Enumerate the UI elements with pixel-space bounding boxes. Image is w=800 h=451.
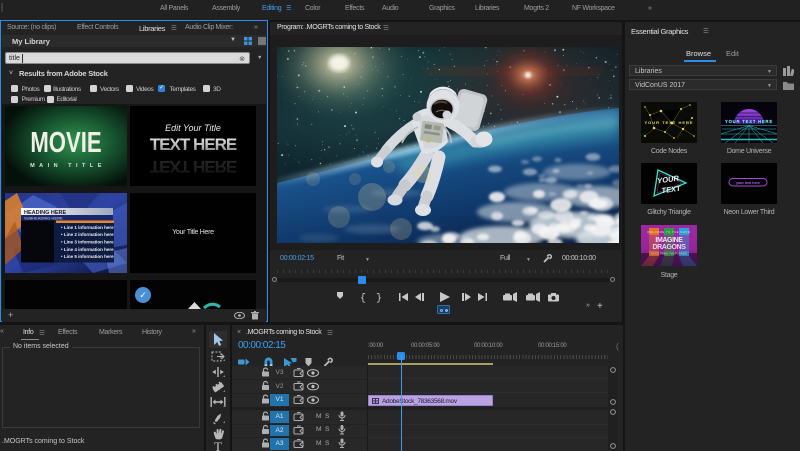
svg-text:T: T [214, 439, 222, 451]
svg-text:YOUR TEXT HERE: YOUR TEXT HERE [725, 119, 773, 124]
svg-text:Edit Your Title: Edit Your Title [165, 123, 221, 133]
svg-text:MAIN TITLE: MAIN TITLE [30, 163, 106, 169]
svg-text:• Line 4 information here: • Line 4 information here [61, 247, 114, 252]
svg-text:• Line 3 information here: • Line 3 information here [61, 240, 114, 245]
svg-text:SUBHEADING HERE: SUBHEADING HERE [24, 216, 63, 221]
svg-text:TEXT HERE: TEXT HERE [150, 135, 237, 154]
svg-text:{: { [360, 293, 366, 305]
svg-text:your text here: your text here [736, 181, 760, 185]
svg-text:YOUR TEXT HERE: YOUR TEXT HERE [644, 120, 693, 125]
svg-text:}: } [376, 293, 382, 305]
svg-text:• Line 2 information here: • Line 2 information here [61, 232, 114, 237]
svg-text:TEXT: TEXT [661, 184, 683, 196]
svg-text:• Line 1 information here: • Line 1 information here [61, 225, 114, 230]
svg-text:• Line 5 information here: • Line 5 information here [61, 254, 114, 259]
svg-text:MOVIE: MOVIE [30, 127, 101, 158]
